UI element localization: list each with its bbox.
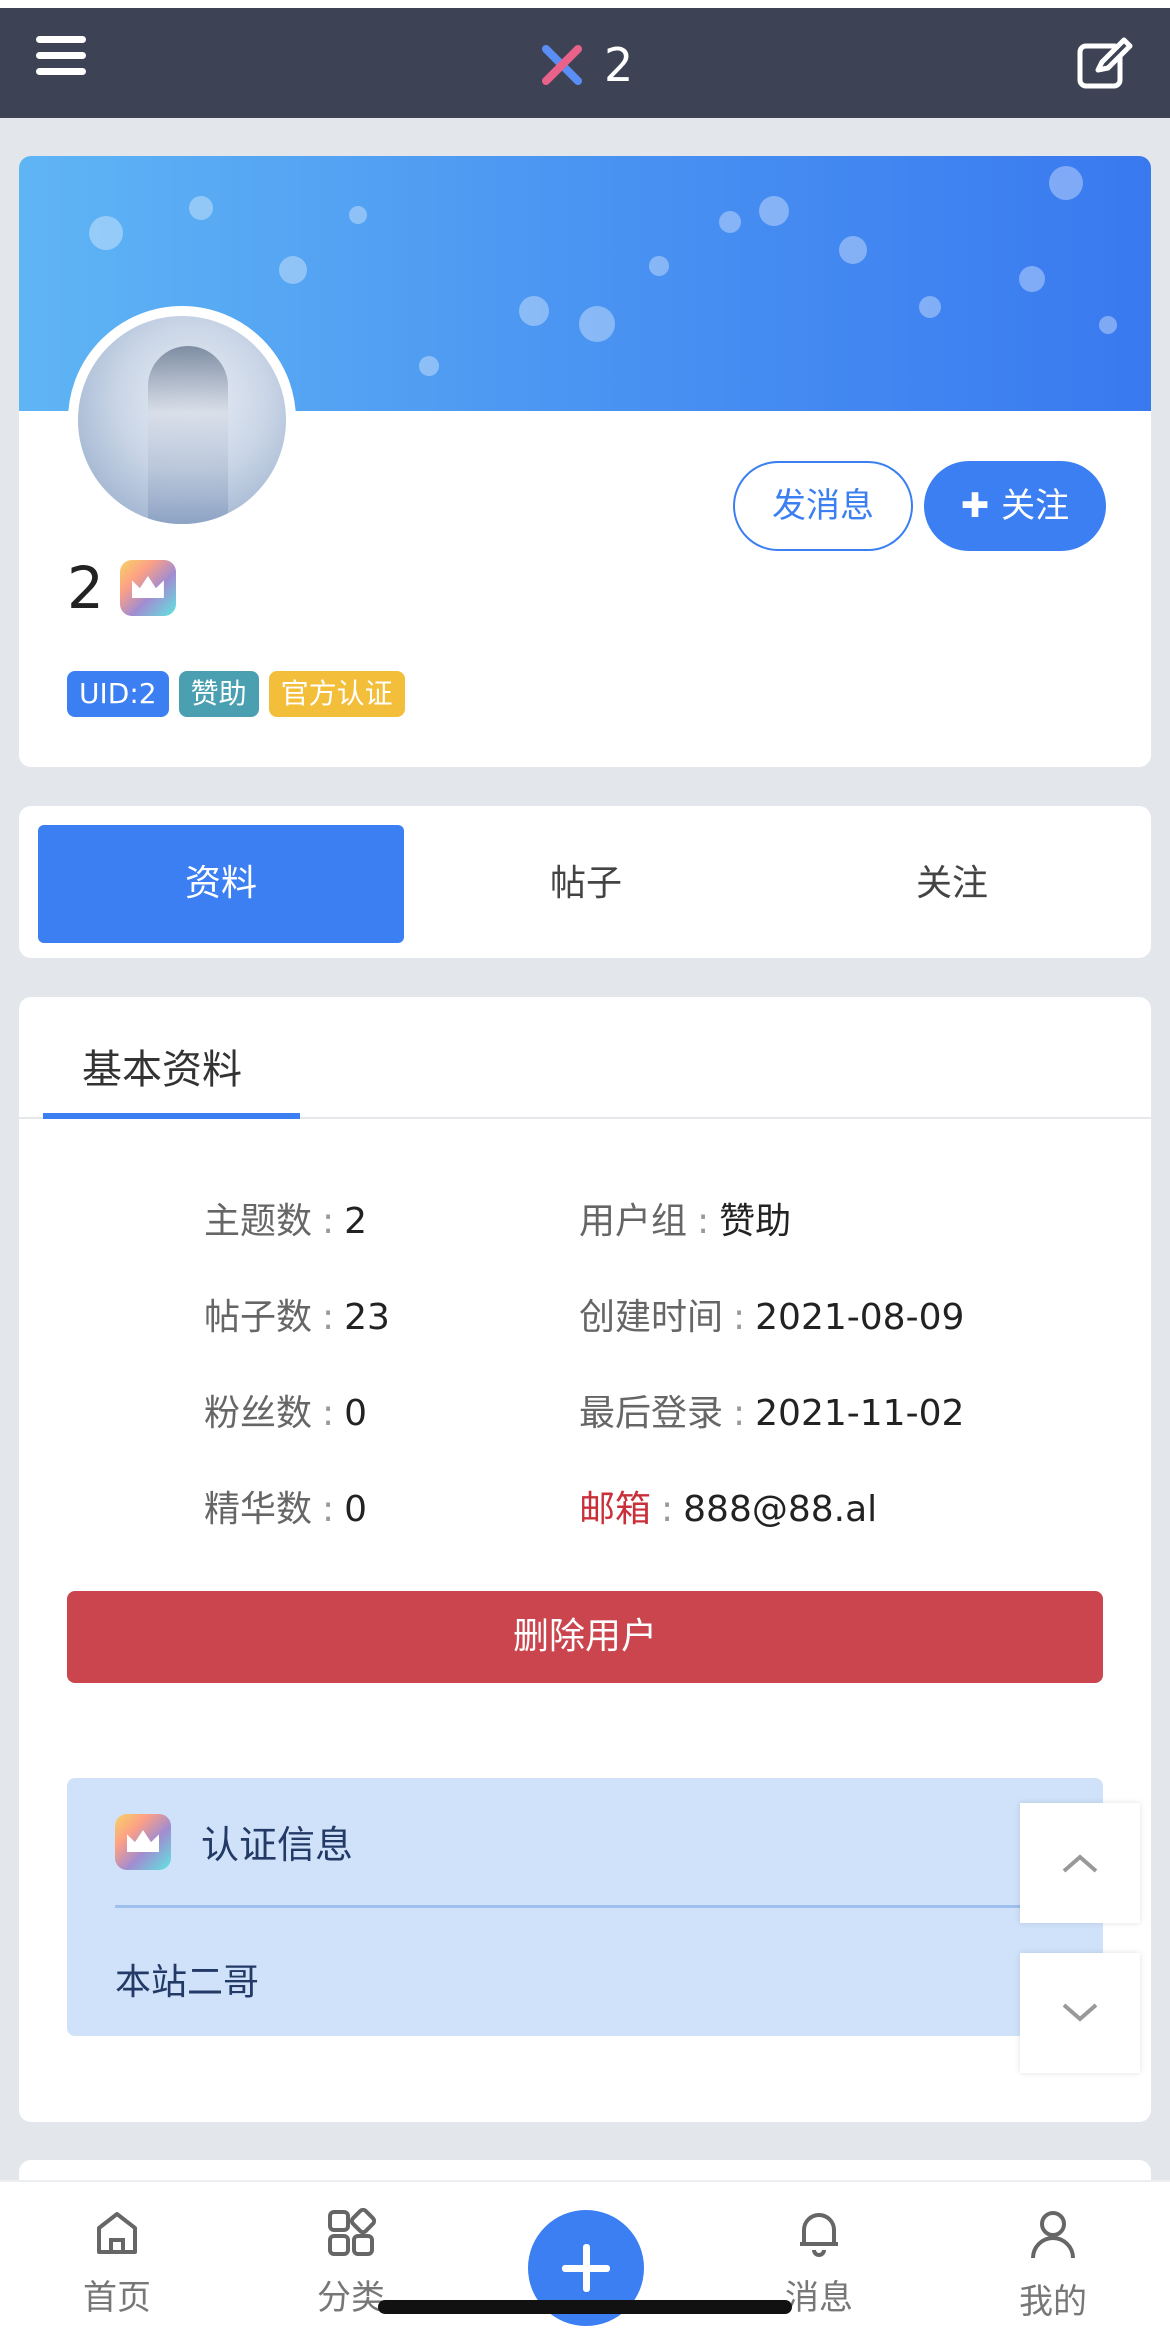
certification-box: 认证信息 本站二哥 xyxy=(67,1778,1103,2036)
basic-info-card: 基本资料 主题数:2 帖子数:23 粉丝数:0 精华数:0 用户组: 赞助 创建时… xyxy=(19,997,1151,2122)
tab-following[interactable]: 关注 xyxy=(769,825,1135,943)
info-row-created: 创建时间:2021-08-09 xyxy=(579,1297,965,1338)
menu-icon[interactable] xyxy=(36,36,86,86)
chevron-up-icon xyxy=(1062,1854,1098,1873)
top-navigation-bar: 2 xyxy=(0,8,1170,118)
chevron-down-icon xyxy=(1062,2003,1098,2022)
scroll-down-button[interactable] xyxy=(1020,1953,1140,2073)
brand: 2 xyxy=(540,30,633,100)
section-underline xyxy=(43,1113,300,1119)
info-row-last-login: 最后登录:2021-11-02 xyxy=(579,1393,965,1434)
divider xyxy=(115,1905,1103,1908)
info-row-group: 用户组: 赞助 xyxy=(579,1201,792,1242)
home-indicator xyxy=(378,2300,792,2314)
tab-profile[interactable]: 资料 xyxy=(38,825,404,943)
vip-crown-icon xyxy=(119,560,176,616)
tab-posts[interactable]: 帖子 xyxy=(403,825,769,943)
avatar[interactable] xyxy=(68,306,296,534)
info-row-email: 邮箱:888@88.al xyxy=(579,1489,878,1530)
username: 2 xyxy=(67,554,176,622)
profile-tabs: 资料 帖子 关注 xyxy=(19,806,1151,958)
group-badge: 赞助 xyxy=(178,671,259,717)
cert-title: 认证信息 xyxy=(201,1823,354,1867)
delete-user-button[interactable]: 删除用户 xyxy=(67,1591,1103,1683)
nav-home[interactable]: 首页 xyxy=(47,2208,187,2319)
follow-button[interactable]: ✚ 关注 xyxy=(924,461,1106,551)
section-title: 基本资料 xyxy=(82,1047,242,1093)
vip-crown-icon xyxy=(115,1814,171,1870)
nav-mine[interactable]: 我的 xyxy=(983,2208,1123,2323)
cert-value: 本站二哥 xyxy=(115,1962,260,2003)
bell-icon xyxy=(800,2213,838,2257)
info-row-featured: 精华数:0 xyxy=(204,1489,368,1530)
x-logo-icon xyxy=(542,45,582,85)
info-row-fans: 粉丝数:0 xyxy=(204,1393,368,1434)
grid-icon xyxy=(328,2207,377,2256)
user-badges: UID:2 赞助 官方认证 xyxy=(67,671,405,717)
home-icon xyxy=(97,2212,137,2254)
verified-badge: 官方认证 xyxy=(268,671,405,717)
edit-icon[interactable] xyxy=(1074,34,1134,94)
scroll-up-button[interactable] xyxy=(1020,1803,1140,1923)
info-row-topics: 主题数:2 xyxy=(204,1201,368,1242)
send-message-button[interactable]: 发消息 xyxy=(733,461,913,551)
uid-badge: UID:2 xyxy=(67,671,169,717)
bottom-navigation: 首页 分类 消息 我的 xyxy=(0,2180,1170,2340)
profile-card: 2 UID:2 赞助 官方认证 发消息 ✚ 关注 xyxy=(19,156,1151,767)
status-strip xyxy=(0,0,1170,8)
page-title: 2 xyxy=(604,38,634,92)
user-icon xyxy=(1031,2211,1075,2259)
info-row-posts: 帖子数:23 xyxy=(204,1297,390,1338)
plus-icon: ✚ xyxy=(960,486,1002,526)
